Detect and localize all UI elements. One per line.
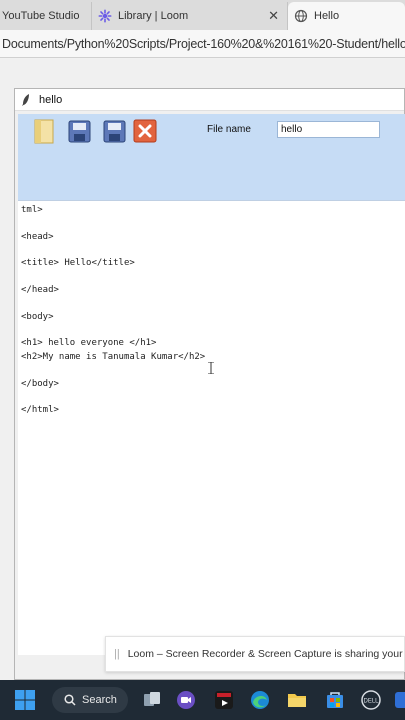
search-label: Search xyxy=(82,694,117,706)
tab-label: Hello xyxy=(314,10,340,22)
drag-handle-icon[interactable]: || xyxy=(114,648,120,660)
tk-window: hello File name hello tml> <head> <title… xyxy=(14,88,405,680)
code-line: </body> xyxy=(21,379,59,389)
taskbar: Search DELL xyxy=(0,680,405,720)
edge-icon[interactable] xyxy=(249,689,271,711)
code-line: <title> Hello</title> xyxy=(21,258,135,268)
svg-text:DELL: DELL xyxy=(363,699,379,705)
tab-hello[interactable]: Hello xyxy=(288,2,405,30)
file-name-input[interactable]: hello xyxy=(277,121,380,138)
code-line: <head> xyxy=(21,232,54,242)
dell-icon[interactable]: DELL xyxy=(360,689,382,711)
code-line: tml> xyxy=(21,205,43,215)
window-titlebar[interactable]: hello xyxy=(15,89,404,111)
toolbar: File name hello xyxy=(18,114,405,200)
tab-label: YouTube Studio xyxy=(2,10,80,22)
file-explorer-icon[interactable] xyxy=(286,689,308,711)
tab-loom-library[interactable]: Library | Loom ✕ xyxy=(92,2,288,30)
tab-label: Library | Loom xyxy=(118,10,189,22)
code-line: <h2>My name is Tanumala Kumar</h2> xyxy=(21,352,206,362)
video-app-icon[interactable] xyxy=(213,689,235,711)
taskbar-search[interactable]: Search xyxy=(52,687,128,713)
code-editor[interactable]: tml> <head> <title> Hello</title> </head… xyxy=(18,200,405,655)
close-red-icon[interactable] xyxy=(132,118,158,144)
code-line: </html> xyxy=(21,405,59,415)
loom-icon xyxy=(98,9,112,23)
browser-tab-strip: YouTube Studio Library | Loom ✕ Hello xyxy=(0,0,405,30)
code-line: </head> xyxy=(21,285,59,295)
code-line: <body> xyxy=(21,312,54,322)
windows-start-icon[interactable] xyxy=(14,689,36,711)
loom-banner-text: Loom – Screen Recorder & Screen Capture … xyxy=(127,648,404,660)
loom-sharing-banner: || Loom – Screen Recorder & Screen Captu… xyxy=(105,636,405,672)
address-bar[interactable]: Documents/Python%20Scripts/Project-160%2… xyxy=(0,30,405,58)
text-cursor-icon xyxy=(208,362,214,374)
store-icon[interactable] xyxy=(324,689,346,711)
meet-icon[interactable] xyxy=(175,689,197,711)
search-icon xyxy=(64,694,76,706)
globe-icon xyxy=(294,9,308,23)
code-line: <h1> hello everyone </h1> xyxy=(21,338,157,348)
app-icon[interactable] xyxy=(393,689,405,711)
tab-close-icon[interactable]: ✕ xyxy=(268,8,279,24)
open-folder-icon[interactable] xyxy=(32,118,58,144)
feather-icon xyxy=(22,93,29,106)
code-text: tml> <head> <title> Hello</title> </head… xyxy=(21,201,205,415)
task-view-icon[interactable] xyxy=(141,689,163,711)
save-icon[interactable] xyxy=(67,118,93,144)
tab-youtube-studio[interactable]: YouTube Studio xyxy=(0,2,92,30)
save-as-icon[interactable] xyxy=(102,118,128,144)
window-title: hello xyxy=(39,93,63,106)
file-name-label: File name xyxy=(207,124,251,135)
